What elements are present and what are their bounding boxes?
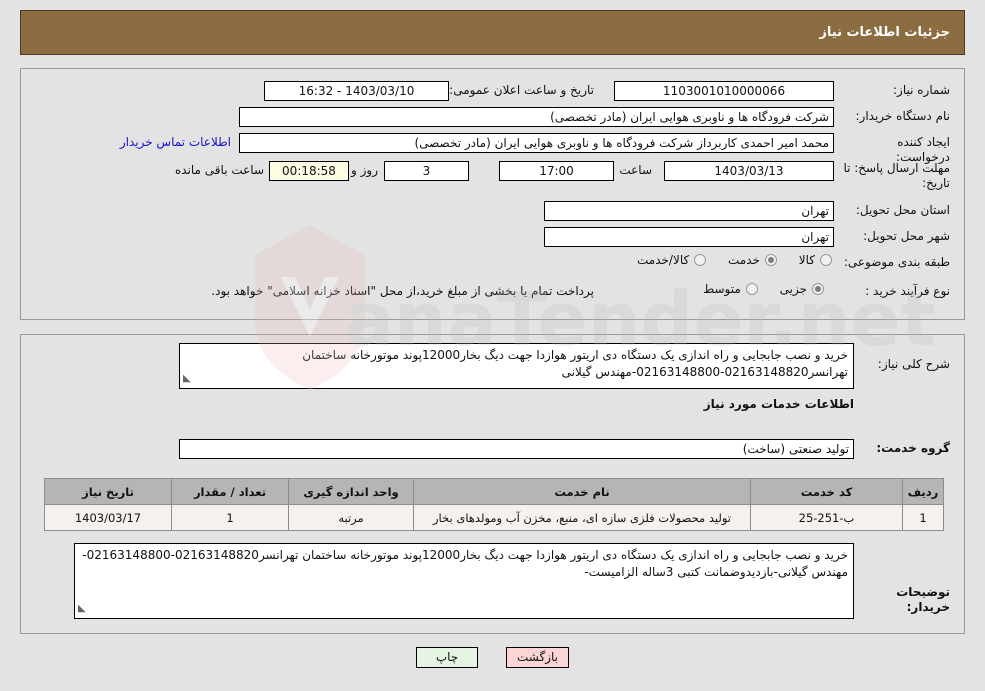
resize-grip-icon[interactable]: ◣ [183, 370, 191, 387]
need-number-value: 1103001010000066 [614, 81, 834, 101]
buyer-org-value: شرکت فرودگاه ها و ناوبری هوایی ایران (ما… [239, 107, 834, 127]
service-group-value: تولید صنعتی (ساخت) [179, 439, 854, 459]
buyer-contact-link[interactable]: اطلاعات تماس خریدار [120, 135, 231, 149]
radio-icon[interactable] [745, 283, 758, 295]
need-number-label: شماره نیاز: [893, 83, 950, 97]
province-label: استان محل تحویل: [855, 203, 950, 217]
page-title: جزئیات اطلاعات نیاز [819, 25, 950, 40]
buyer-notes-label: توضیحات خریدار: [896, 585, 950, 614]
back-button[interactable]: بازگشت [506, 647, 569, 668]
deadline-label: مهلت ارسال پاسخ: تا تاریخ: [843, 161, 950, 190]
days-unit-label: روز و [351, 163, 378, 177]
process-option-jozi[interactable]: جزیی [780, 282, 824, 296]
category-option-label: کالا/خدمت [637, 253, 690, 267]
col-quantity: تعداد / مقدار [171, 478, 289, 505]
col-name: نام خدمت [413, 478, 751, 505]
process-radio-group: جزیی متوسط [685, 282, 824, 298]
cell-unit: مرتبه [288, 504, 414, 531]
process-option-label: جزیی [779, 282, 807, 296]
province-value: تهران [544, 201, 834, 221]
cell-date: 1403/03/17 [44, 504, 172, 531]
countdown-value: 00:18:58 [269, 161, 349, 181]
cell-name: تولید محصولات فلزی سازه ای، منبع، مخزن آ… [413, 504, 751, 531]
resize-grip-icon[interactable]: ◣ [78, 600, 86, 617]
col-unit: واحد اندازه گیری [288, 478, 414, 505]
announce-label: تاریخ و ساعت اعلان عمومی: [449, 83, 594, 97]
city-value: تهران [544, 227, 834, 247]
treasury-note: پرداخت تمام یا بخشی از مبلغ خرید،از محل … [211, 284, 594, 298]
announce-value: 1403/03/10 - 16:32 [264, 81, 449, 101]
cell-code: ب-251-25 [750, 504, 903, 531]
category-label: طبقه بندی موضوعی: [843, 255, 950, 269]
summary-label: شرح کلی نیاز: [877, 357, 950, 371]
remaining-days-value: 3 [384, 161, 469, 181]
needs-details-panel: شرح کلی نیاز: خرید و نصب جابجایی و راه ا… [20, 334, 965, 634]
radio-icon[interactable] [694, 254, 707, 266]
buyer-notes-text: خرید و نصب جابجایی و راه اندازی یک دستگا… [82, 548, 848, 579]
hour-value: 17:00 [499, 161, 614, 181]
city-label: شهر محل تحویل: [863, 229, 950, 243]
cell-index: 1 [902, 504, 944, 531]
summary-value[interactable]: خرید و نصب جابجایی و راه اندازی یک دستگا… [179, 343, 854, 389]
need-info-panel: شماره نیاز: 1103001010000066 تاریخ و ساع… [20, 68, 965, 320]
process-label: نوع فرآیند خرید : [865, 284, 950, 298]
category-option-kala[interactable]: کالا [799, 253, 832, 267]
radio-icon[interactable] [820, 254, 832, 266]
summary-text: خرید و نصب جابجایی و راه اندازی یک دستگا… [302, 348, 848, 379]
footer-button-row: بازگشت چاپ [0, 647, 985, 668]
table-row[interactable]: 1 ب-251-25 تولید محصولات فلزی سازه ای، م… [44, 504, 944, 531]
services-table: ردیف کد خدمت نام خدمت واحد اندازه گیری ت… [44, 478, 944, 531]
category-option-label: کالا [798, 253, 815, 267]
countdown-suffix-label: ساعت باقی مانده [174, 163, 264, 177]
creator-value: محمد امیر احمدی کاربرداز شرکت فرودگاه ها… [239, 133, 834, 153]
process-option-motevaset[interactable]: متوسط [703, 282, 758, 296]
radio-icon[interactable] [764, 254, 777, 266]
hour-label: ساعت [619, 163, 652, 177]
category-radio-group: کالا خدمت کالا/خدمت [619, 253, 832, 269]
category-option-khedmat[interactable]: خدمت [728, 253, 777, 267]
print-button[interactable]: چاپ [416, 647, 478, 668]
radio-icon[interactable] [812, 283, 824, 295]
table-header-row: ردیف کد خدمت نام خدمت واحد اندازه گیری ت… [44, 478, 944, 505]
cell-quantity: 1 [171, 504, 289, 531]
category-option-label: خدمت [728, 253, 760, 267]
buyer-org-label: نام دستگاه خریدار: [855, 109, 951, 123]
deadline-date-value: 1403/03/13 [664, 161, 834, 181]
service-group-label: گروه خدمت: [876, 441, 950, 455]
page-header: جزئیات اطلاعات نیاز [20, 10, 965, 55]
buyer-notes-value[interactable]: خرید و نصب جابجایی و راه اندازی یک دستگا… [74, 543, 854, 619]
col-date: تاریخ نیاز [44, 478, 172, 505]
col-code: کد خدمت [750, 478, 903, 505]
services-info-title: اطلاعات خدمات مورد نیاز [703, 397, 854, 411]
col-index: ردیف [902, 478, 944, 505]
category-option-kala-khedmat[interactable]: کالا/خدمت [637, 253, 707, 267]
process-option-label: متوسط [703, 282, 741, 296]
